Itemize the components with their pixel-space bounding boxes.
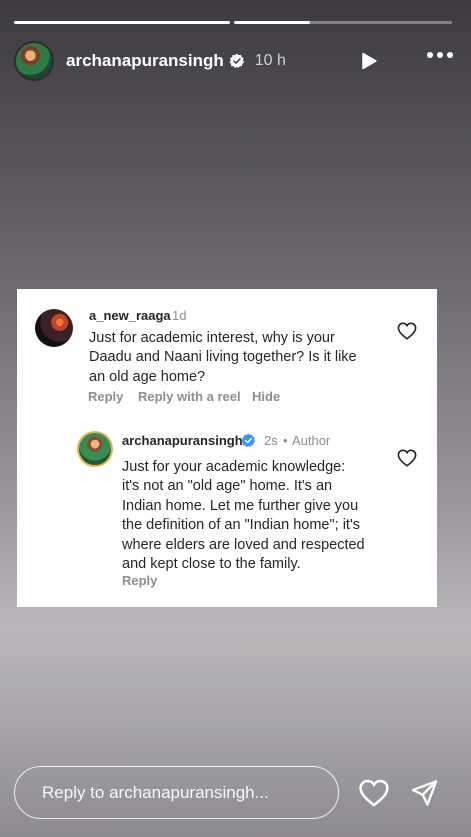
ellipsis-icon[interactable] [427,52,453,58]
reply-line: and kept close to the family. [122,556,301,573]
dot [427,52,433,58]
dot [437,52,443,58]
play-icon[interactable] [359,51,379,71]
reply-with-reel-button[interactable]: Reply with a reel [138,389,241,404]
story-progress [14,21,457,24]
reply-line: it's not an "old age" home. It's an [122,478,333,495]
verified-badge-icon [229,53,244,69]
progress-segment-2 [234,21,452,24]
reply-line: Just for your academic knowledge: [122,459,346,475]
comment-line: Just for academic interest, why is your [89,330,335,346]
progress-segment-2-fill [234,21,311,24]
reply-bar[interactable] [14,766,339,819]
author-label: Author [292,433,331,448]
story-time: 10 h [254,52,286,69]
reply-username[interactable]: archanapuransingh [122,433,243,448]
commenter-avatar[interactable] [35,309,73,347]
comment-username[interactable]: a_new_raaga [89,308,171,323]
story-username[interactable]: archanapuransingh [66,51,224,71]
author-avatar[interactable] [77,431,113,467]
comment-card: a_new_raaga 1d Just for academic interes… [17,289,437,607]
reply-line: Indian home. Let me further give you [122,497,359,514]
dot [447,52,453,58]
reply-button[interactable]: Reply [88,389,123,404]
progress-segment-1 [14,21,230,24]
bullet-separator: • [283,433,288,448]
reply-line: the definition of an "Indian home"; it's [122,517,360,534]
verified-badge-icon [241,433,256,448]
story-header: archanapuransingh 10 h [14,40,457,82]
comment-line: an old age home? [89,368,206,385]
reply-text: Just for your academic knowledge: it's n… [122,458,365,574]
paper-plane-icon[interactable] [410,779,439,807]
comment-line: Daadu and Naani living together? Is it l… [89,349,357,366]
hide-button[interactable]: Hide [252,389,280,404]
reply-time: 2s [264,433,278,448]
reply-input[interactable] [40,781,324,804]
comment-time: 1d [172,308,187,323]
comment-like-heart-icon[interactable] [397,322,417,340]
reply-line: where elders are loved and respected [122,536,365,553]
comment-text: Just for academic interest, why is your … [89,329,357,387]
reply-like-heart-icon[interactable] [397,449,417,467]
reply-to-reply-button[interactable]: Reply [122,573,157,588]
heart-outline-icon[interactable] [358,779,390,807]
avatar[interactable] [14,41,54,81]
